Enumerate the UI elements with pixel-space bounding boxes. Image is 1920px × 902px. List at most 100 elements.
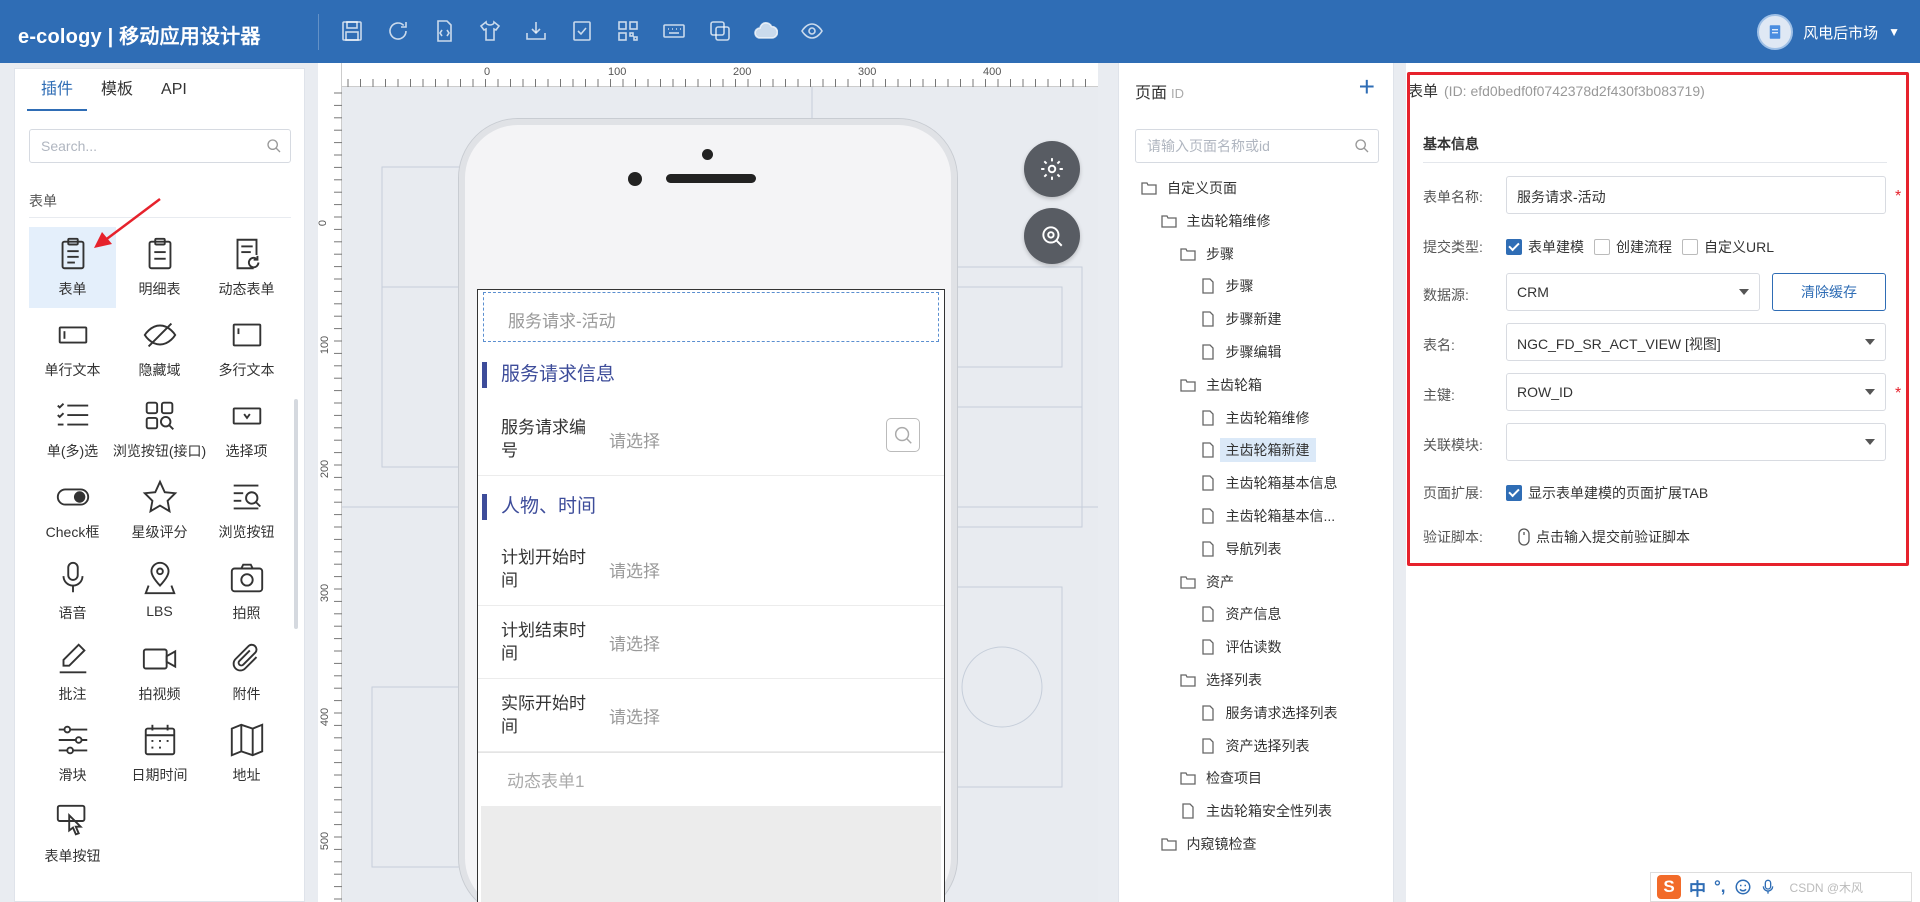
- tab-templates[interactable]: 模板: [87, 69, 147, 111]
- tree-item[interactable]: 资产选择列表: [1200, 734, 1316, 758]
- zoom-icon: [1042, 226, 1063, 247]
- ime-lang[interactable]: 中: [1689, 875, 1706, 900]
- plugin-browse-button[interactable]: 浏览按钮: [203, 470, 290, 551]
- checkbox[interactable]: [1506, 239, 1522, 255]
- tree-item[interactable]: 自定义页面: [1141, 176, 1243, 200]
- add-page-button[interactable]: +: [1359, 73, 1375, 101]
- tab-api[interactable]: API: [147, 69, 201, 111]
- page-ext-option[interactable]: 显示表单建模的页面扩展TAB: [1506, 483, 1708, 503]
- plugin-video[interactable]: 拍视频: [116, 632, 203, 713]
- tree-item[interactable]: 选择列表: [1180, 668, 1268, 692]
- tree-item[interactable]: 导航列表: [1200, 537, 1288, 561]
- plugin-form-button[interactable]: 表单按钮: [29, 794, 116, 875]
- ime-punct[interactable]: °,: [1714, 877, 1726, 897]
- page-search-input[interactable]: [1136, 130, 1336, 162]
- plugin-slider[interactable]: 滑块: [29, 713, 116, 794]
- plugin-label: 表单: [58, 281, 87, 297]
- tree-item[interactable]: 内窥镜检查: [1160, 832, 1263, 856]
- submit-option-url[interactable]: 自定义URL: [1682, 237, 1774, 257]
- microphone-icon[interactable]: [1760, 878, 1776, 896]
- tree-item[interactable]: 主齿轮箱安全性列表: [1180, 799, 1338, 823]
- qrcode-icon[interactable]: [615, 18, 641, 44]
- plugin-datetime[interactable]: 日期时间: [116, 713, 203, 794]
- plugin-hidden-field[interactable]: 隐藏域: [116, 308, 203, 389]
- plugin-multiline-text[interactable]: 多行文本: [203, 308, 290, 389]
- cloud-upload-icon[interactable]: [753, 18, 779, 44]
- checkbox[interactable]: [1594, 239, 1610, 255]
- plugin-annotation[interactable]: 批注: [29, 632, 116, 713]
- plugin-lbs[interactable]: LBS: [116, 551, 203, 632]
- tree-item[interactable]: 步骤: [1200, 274, 1260, 298]
- tree-item[interactable]: 检查项目: [1180, 766, 1268, 790]
- form-field[interactable]: 实际开始时间 请选择: [478, 680, 944, 752]
- tree-item[interactable]: 主齿轮箱维修: [1200, 406, 1316, 430]
- tree-item[interactable]: 资产信息: [1200, 602, 1288, 626]
- keyboard-icon[interactable]: [661, 18, 687, 44]
- plugin-select-item[interactable]: 选择项: [203, 389, 290, 470]
- eye-icon[interactable]: [799, 18, 825, 44]
- form-field[interactable]: 计划开始时间 请选择: [478, 534, 944, 606]
- datasource-select[interactable]: CRM: [1506, 273, 1760, 311]
- plugin-browse-api[interactable]: 浏览按钮(接口): [113, 389, 206, 470]
- module-select[interactable]: [1506, 423, 1886, 461]
- validation-script-link[interactable]: 点击输入提交前验证脚本: [1518, 527, 1690, 547]
- tree-item[interactable]: 主齿轮箱基本信...: [1200, 504, 1342, 528]
- toggle-icon: [56, 488, 89, 506]
- check-icon[interactable]: [569, 18, 595, 44]
- tree-item[interactable]: 步骤编辑: [1200, 340, 1288, 364]
- tree-item[interactable]: 评估读数: [1200, 635, 1288, 659]
- save-icon[interactable]: [339, 18, 365, 44]
- form-field[interactable]: 计划结束时间 请选择: [478, 607, 944, 679]
- section-header[interactable]: 服务请求信息: [482, 362, 615, 388]
- tree-item[interactable]: 服务请求选择列表: [1200, 701, 1344, 725]
- file-icon: [1201, 311, 1214, 327]
- plugin-voice[interactable]: 语音: [29, 551, 116, 632]
- dynamic-form[interactable]: 动态表单1: [478, 752, 944, 804]
- primary-key-select[interactable]: ROW_ID: [1506, 373, 1886, 411]
- plugin-choice[interactable]: 单(多)选: [29, 389, 116, 470]
- checkbox[interactable]: [1682, 239, 1698, 255]
- tree-item[interactable]: 主齿轮箱维修: [1160, 209, 1277, 233]
- tree-item[interactable]: 步骤新建: [1200, 307, 1288, 331]
- checkbox[interactable]: [1506, 485, 1522, 501]
- preview-button[interactable]: [1024, 208, 1080, 264]
- tree-item[interactable]: 主齿轮箱新建: [1200, 438, 1316, 463]
- folder-icon: [1160, 215, 1177, 228]
- download-icon[interactable]: [523, 18, 549, 44]
- tree-item[interactable]: 步骤: [1180, 242, 1240, 266]
- tree-item[interactable]: 资产: [1180, 570, 1240, 594]
- plugin-address[interactable]: 地址: [203, 713, 290, 794]
- plugin-search-input[interactable]: [30, 130, 250, 162]
- plugin-attachment[interactable]: 附件: [203, 632, 290, 713]
- clear-cache-button[interactable]: 清除缓存: [1772, 273, 1886, 311]
- code-icon[interactable]: [431, 18, 457, 44]
- option-label: 显示表单建模的页面扩展TAB: [1528, 485, 1709, 501]
- plugin-photo[interactable]: 拍照: [203, 551, 290, 632]
- plugin-single-text[interactable]: 单行文本: [29, 308, 116, 389]
- form-field[interactable]: 服务请求编号 请选择: [478, 404, 944, 476]
- tree-item[interactable]: 主齿轮箱: [1180, 373, 1268, 397]
- table-name-select[interactable]: NGC_FD_SR_ACT_VIEW [视图]: [1506, 323, 1886, 361]
- submit-option-form[interactable]: 表单建模: [1506, 237, 1584, 257]
- plugin-star-rating[interactable]: 星级评分: [116, 470, 203, 551]
- section-header[interactable]: 人物、时间: [482, 494, 596, 520]
- submit-option-workflow[interactable]: 创建流程: [1594, 237, 1672, 257]
- shirt-icon[interactable]: [477, 18, 503, 44]
- plugin-dynamic-form[interactable]: 动态表单: [203, 227, 290, 308]
- scrollbar[interactable]: [294, 399, 298, 629]
- form-icon: [61, 237, 84, 270]
- user-menu[interactable]: 风电后市场 ▼: [1757, 14, 1900, 50]
- browse-search-button[interactable]: [886, 418, 920, 452]
- form-title[interactable]: 服务请求-活动: [483, 292, 939, 342]
- form-name-input[interactable]: 服务请求-活动: [1506, 176, 1886, 214]
- tree-item[interactable]: 主齿轮箱基本信息: [1200, 471, 1344, 495]
- settings-button[interactable]: [1024, 141, 1080, 197]
- single-text-icon: [58, 326, 87, 344]
- refresh-icon[interactable]: [385, 18, 411, 44]
- plugin-checkbox[interactable]: Check框: [29, 470, 116, 551]
- file-icon: [1201, 442, 1214, 459]
- tab-plugins[interactable]: 插件: [27, 69, 88, 111]
- smile-icon[interactable]: [1734, 878, 1752, 896]
- copy-icon[interactable]: [707, 18, 733, 44]
- ime-logo[interactable]: S: [1657, 875, 1681, 899]
